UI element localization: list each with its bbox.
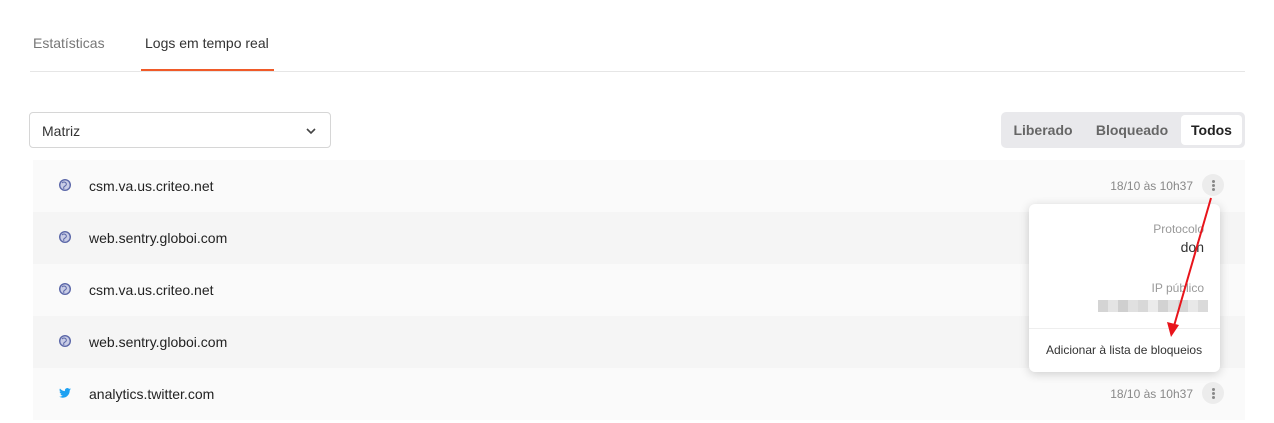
redacted-ip-value [1098, 300, 1208, 312]
more-options-button[interactable] [1202, 382, 1224, 404]
protocol-value: doh [1180, 239, 1204, 255]
status-option-liberado[interactable]: Liberado [1005, 115, 1081, 145]
globe-icon [59, 283, 71, 295]
globe-icon [59, 231, 71, 243]
tab-bar: Estatísticas Logs em tempo real [30, 0, 1245, 72]
protocol-label: Protocolo [1153, 222, 1204, 236]
chevron-down-icon [306, 128, 316, 135]
active-tab-indicator [141, 69, 274, 71]
tab-logs-em-tempo-real[interactable]: Logs em tempo real [145, 35, 269, 51]
log-domain: web.sentry.globoi.com [89, 334, 228, 350]
globe-icon [59, 335, 71, 347]
twitter-icon [59, 388, 71, 398]
log-domain: web.sentry.globoi.com [89, 230, 228, 246]
log-domain: csm.va.us.criteo.net [89, 282, 214, 298]
globe-icon [59, 179, 71, 191]
log-time: 18/10 às 10h37 [1110, 387, 1193, 401]
public-ip-label: IP público [1151, 281, 1204, 295]
location-select[interactable]: Matriz [29, 112, 331, 148]
log-details-popup: Protocolo doh IP público Adicionar à lis… [1029, 204, 1220, 372]
log-domain: csm.va.us.criteo.net [89, 178, 214, 194]
log-time: 18/10 às 10h37 [1110, 179, 1193, 193]
add-to-blocklist-button[interactable]: Adicionar à lista de bloqueios [1046, 343, 1202, 357]
status-option-todos[interactable]: Todos [1181, 115, 1242, 145]
status-filter: Liberado Bloqueado Todos [1001, 112, 1245, 148]
popup-divider [1029, 328, 1220, 329]
tab-estatisticas[interactable]: Estatísticas [33, 35, 105, 51]
status-option-bloqueado[interactable]: Bloqueado [1086, 115, 1178, 145]
more-options-button[interactable] [1202, 174, 1224, 196]
log-row[interactable]: analytics.twitter.com 18/10 às 10h37 [33, 368, 1245, 420]
location-select-value: Matriz [42, 123, 81, 139]
log-domain: analytics.twitter.com [89, 386, 215, 402]
